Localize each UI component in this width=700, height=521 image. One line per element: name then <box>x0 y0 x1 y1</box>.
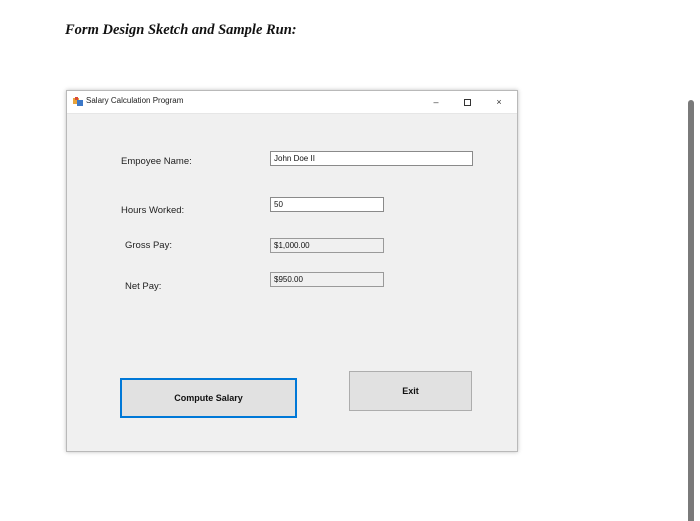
window-title: Salary Calculation Program <box>86 96 184 105</box>
app-form-icon <box>73 97 83 106</box>
maximize-icon <box>463 99 471 106</box>
document-heading: Form Design Sketch and Sample Run: <box>65 22 297 38</box>
employee-name-label: Empoyee Name: <box>121 156 192 167</box>
employee-name-field[interactable]: John Doe II <box>270 151 473 166</box>
exit-button[interactable]: Exit <box>349 371 472 411</box>
title-bar[interactable]: Salary Calculation Program – × <box>67 91 517 114</box>
net-pay-field: $950.00 <box>270 272 384 287</box>
gross-pay-label: Gross Pay: <box>125 240 172 251</box>
app-window: Salary Calculation Program – × Empoyee N… <box>66 90 518 452</box>
gross-pay-field: $1,000.00 <box>270 238 384 253</box>
hours-worked-field[interactable]: 50 <box>270 197 384 212</box>
compute-salary-button[interactable]: Compute Salary <box>120 378 297 418</box>
hours-worked-label: Hours Worked: <box>121 205 185 216</box>
maximize-button[interactable] <box>460 95 474 109</box>
net-pay-label: Net Pay: <box>125 281 162 292</box>
minimize-button[interactable]: – <box>429 95 443 109</box>
page-edge-bar <box>688 100 694 521</box>
close-button[interactable]: × <box>492 95 506 109</box>
